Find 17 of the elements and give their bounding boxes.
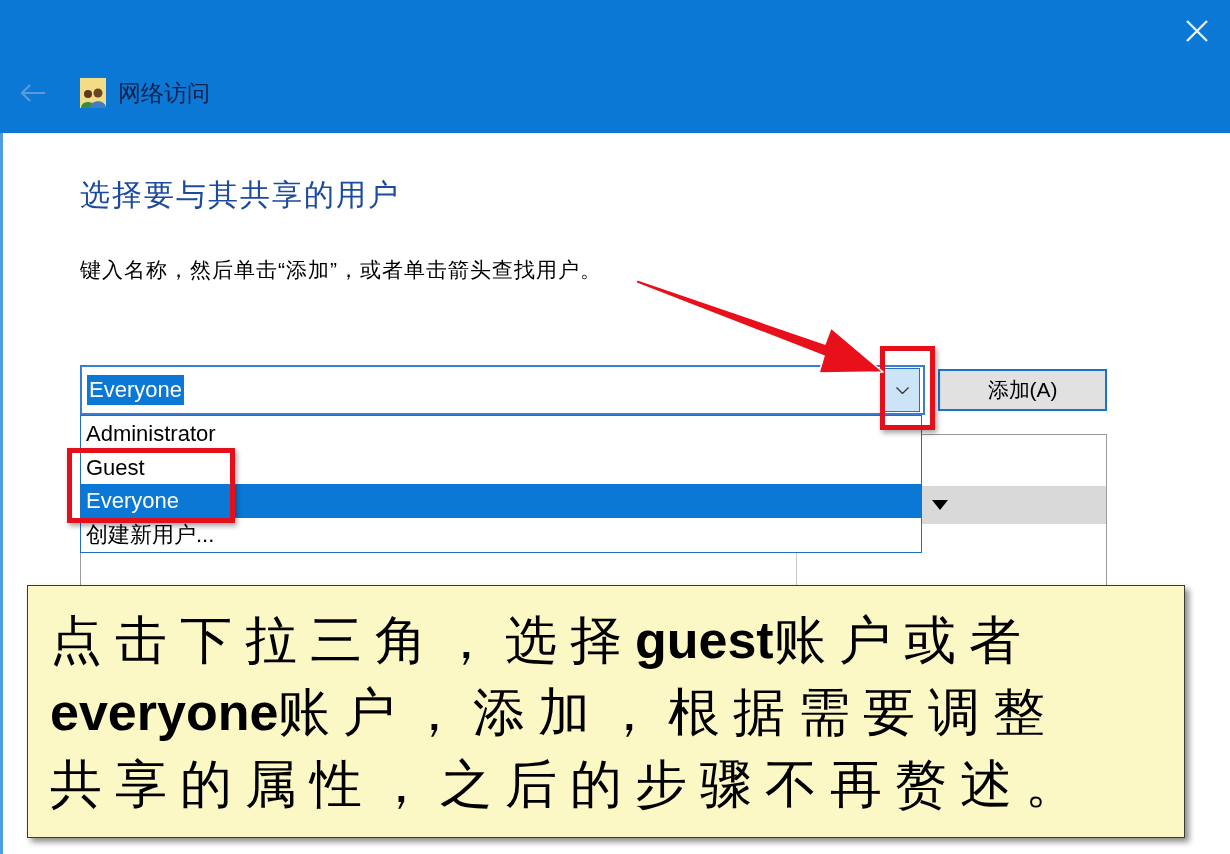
dropdown-item[interactable]: Guest: [81, 450, 921, 484]
add-button[interactable]: 添加(A): [938, 369, 1107, 411]
combo-value-text: Everyone: [87, 375, 184, 405]
close-button[interactable]: [1184, 18, 1210, 44]
triangle-down-icon: [932, 500, 948, 510]
page-heading: 选择要与其共享的用户: [80, 177, 400, 213]
window-title: 网络访问: [118, 79, 210, 108]
dropdown-item[interactable]: 创建新用户...: [81, 517, 921, 551]
dropdown-button[interactable]: [884, 368, 920, 412]
back-arrow-icon: [20, 84, 46, 102]
users-icon: [80, 78, 106, 108]
name-combo-box[interactable]: Everyone: [80, 365, 925, 415]
close-icon: [1186, 20, 1208, 42]
instruction-text: 键入名称，然后单击“添加”，或者单击箭头查找用户。: [80, 257, 602, 283]
chevron-down-icon: [895, 386, 909, 394]
dropdown-item[interactable]: Administrator: [81, 417, 921, 451]
dropdown-item[interactable]: Everyone: [81, 484, 921, 518]
